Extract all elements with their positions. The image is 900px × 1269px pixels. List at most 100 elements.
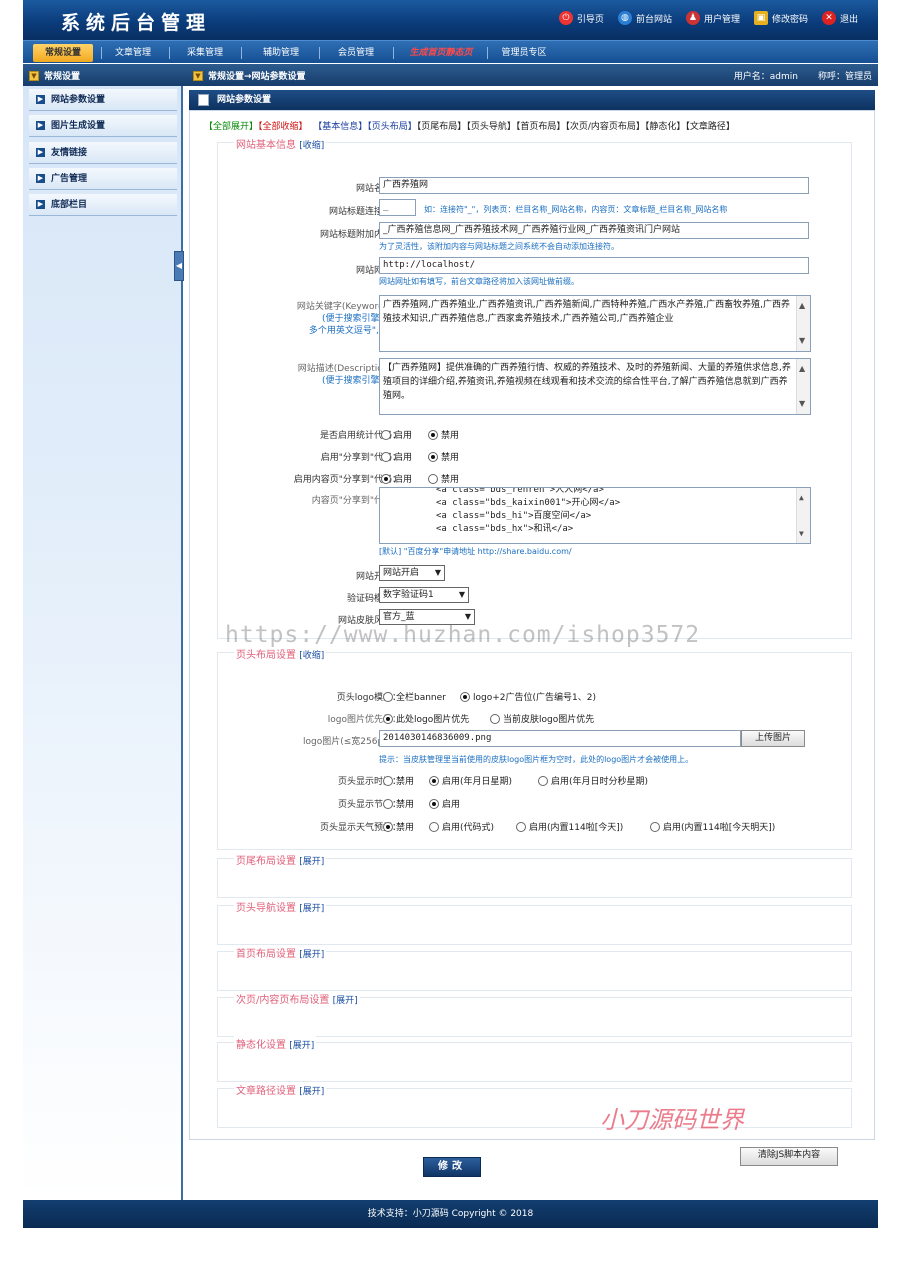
breadcrumb: ▼ 常规设置→网站参数设置 [193,69,306,82]
weather-disable-radio[interactable]: 禁用 [383,820,414,833]
site-name-input[interactable]: 广西养殖网 [379,177,809,194]
section-toggle[interactable]: [收缩] [299,141,324,151]
menu-generate-homepage[interactable]: 生成首页静态页 [399,44,483,62]
sidebar-item-site-params[interactable]: ▶ 网站参数设置 [29,89,177,111]
section-legend: 文章路径设置 [展开] [234,1082,327,1097]
content-share-disable-radio[interactable]: 禁用 [428,472,459,485]
title-sep-input[interactable]: _ [379,199,416,216]
section-toggle[interactable]: [展开] [289,1041,314,1051]
share-enable-radio[interactable]: 启用 [381,450,412,463]
sidebar-item-ads[interactable]: ▶ 广告管理 [29,168,177,190]
clear-js-button[interactable]: 清除JS脚本内容 [740,1147,838,1166]
arrow-right-icon: ▶ [36,95,45,104]
url-watermark: https://www.huzhan.com/ishop3572 [225,622,701,648]
textarea-scrollbar[interactable]: ▲ ▼ [796,488,810,543]
radio-off-icon [383,798,393,809]
logo-mode-banner-radio[interactable]: 全栏banner [383,690,446,703]
tab-footer-layout[interactable]: 【页尾布局】 [417,122,467,132]
description-textarea[interactable]: 【广西养殖网】提供准确的广西养殖行情、权威的养殖技术、及时的养殖新闻、大量的养殖… [379,358,811,415]
tab-expand-all[interactable]: 【全部展开】 [204,122,258,132]
section-tabs: 【全部展开】【全部收缩】 【基本信息】【页头布局】【页尾布局】【页头导航】【首页… [204,119,735,132]
menu-general-settings[interactable]: 常规设置 [33,44,93,62]
tab-basic-info[interactable]: 【基本信息】 [313,122,367,132]
section-toggle[interactable]: [展开] [299,1087,324,1097]
section-toggle[interactable]: [展开] [299,904,324,914]
section-legend: 首页布局设置 [展开] [234,945,327,960]
textarea-scrollbar[interactable]: ▲ ▼ [796,359,810,414]
close-icon: ✕ [821,11,836,25]
user-manage-link[interactable]: ♟ 用户管理 [685,11,740,25]
logo-priority-local-radio[interactable]: 此处logo图片优先 [383,712,469,725]
site-switch-select[interactable]: 网站开启 ▼ [379,565,445,581]
menu-assist[interactable]: 辅助管理 [251,44,311,62]
tab-subpage-layout[interactable]: 【次页/内容页布局】 [565,122,645,132]
radio-on-icon [383,821,393,832]
section-legend: 静态化设置 [展开] [234,1036,317,1051]
guide-link[interactable]: ⏻ 引导页 [558,11,604,25]
share-code-textarea[interactable]: <a class="bds_renren">人人网</a> <a class="… [379,487,811,544]
arrow-right-icon: ▶ [36,121,45,130]
stats-enable-radio[interactable]: 启用 [381,428,412,441]
textarea-scrollbar[interactable]: ▲ ▼ [796,296,810,351]
title-append-input[interactable]: _广西养殖信息网_广西养殖技术网_广西养殖行业网_广西养殖资讯门户网站 [379,222,809,239]
chevron-down-icon[interactable]: ▼ [799,527,804,540]
tab-header-layout[interactable]: 【页头布局】 [367,122,417,132]
chevron-up-icon[interactable]: ▲ [799,299,805,313]
tab-static[interactable]: 【静态化】 [645,122,686,132]
chevron-down-icon[interactable]: ▼ [799,397,805,411]
upload-image-button[interactable]: 上传图片 [741,730,805,747]
arrow-right-icon: ▶ [36,174,45,183]
menu-divider [393,47,394,59]
menu-members[interactable]: 会员管理 [327,44,385,62]
tab-article-path[interactable]: 【文章路径】 [685,122,735,132]
chevron-down-icon: ▼ [458,590,465,599]
main-content: 网站参数设置 【全部展开】【全部收缩】 【基本信息】【页头布局】【页尾布局】【页… [189,90,875,1140]
section-toggle[interactable]: [展开] [299,950,324,960]
sidebar-item-friend-links[interactable]: ▶ 友情链接 [29,142,177,164]
radio-on-icon [429,775,439,786]
submit-button[interactable]: 修改 [423,1157,481,1177]
menu-articles[interactable]: 文章管理 [107,44,159,62]
weather-code-radio[interactable]: 启用(代码式) [429,820,494,833]
radio-on-icon [429,798,439,809]
chevron-up-icon[interactable]: ▲ [799,362,805,376]
section-toggle[interactable]: [收缩] [299,651,324,661]
logout-link[interactable]: ✕ 退出 [821,11,858,25]
site-url-hint: 网站网址如有填写，前台文章路径将加入该网址做前缀。 [379,277,579,286]
role-label: 称呼：管理员 [817,72,872,82]
radio-on-icon [383,713,393,724]
chevron-up-icon[interactable]: ▲ [799,491,804,504]
header-holiday-disable-radio[interactable]: 禁用 [383,797,414,810]
sidebar-item-footer-columns[interactable]: ▶ 底部栏目 [29,194,177,216]
header-time-full-radio[interactable]: 启用(年月日时分秒星期) [538,774,648,787]
section-legend: 页头布局设置 [收缩] [234,646,327,661]
logo-image-input[interactable]: 2014030146836009.png [379,730,741,747]
tab-header-nav[interactable]: 【页头导航】 [466,122,516,132]
header-time-date-radio[interactable]: 启用(年月日星期) [429,774,512,787]
section-toggle[interactable]: [展开] [333,996,358,1006]
captcha-mode-select[interactable]: 数字验证码1 ▼ [379,587,469,603]
weather-today-radio[interactable]: 启用(内置114啦[今天]) [516,820,623,833]
share-disable-radio[interactable]: 禁用 [428,450,459,463]
menu-admin-zone[interactable]: 管理员专区 [491,44,557,62]
menu-collect[interactable]: 采集管理 [179,44,231,62]
content-share-enable-radio[interactable]: 启用 [381,472,412,485]
tab-collapse-all[interactable]: 【全部收缩】 [258,122,308,132]
section-toggle[interactable]: [展开] [299,857,324,867]
radio-on-icon [428,429,438,440]
sidebar-collapse-handle[interactable]: ◀ [174,251,184,281]
tab-home-layout[interactable]: 【首页布局】 [516,122,566,132]
logo-priority-skin-radio[interactable]: 当前皮肤logo图片优先 [490,712,594,725]
stats-disable-radio[interactable]: 禁用 [428,428,459,441]
change-password-link[interactable]: ▣ 修改密码 [753,11,808,25]
sidebar-item-image-gen[interactable]: ▶ 图片生成设置 [29,115,177,137]
header-holiday-enable-radio[interactable]: 启用 [429,797,460,810]
header-time-disable-radio[interactable]: 禁用 [383,774,414,787]
logo-mode-ads-radio[interactable]: logo+2广告位(广告编号1、2) [460,690,596,703]
frontend-link[interactable]: ◍ 前台网站 [617,11,672,25]
chevron-down-icon[interactable]: ▼ [799,334,805,348]
site-url-input[interactable]: http://localhost/ [379,257,809,274]
radio-off-icon [650,821,660,832]
keywords-textarea[interactable]: 广西养殖网,广西养殖业,广西养殖资讯,广西养殖新闻,广西特种养殖,广西水产养殖,… [379,295,811,352]
weather-two-day-radio[interactable]: 启用(内置114啦[今天明天]) [650,820,775,833]
